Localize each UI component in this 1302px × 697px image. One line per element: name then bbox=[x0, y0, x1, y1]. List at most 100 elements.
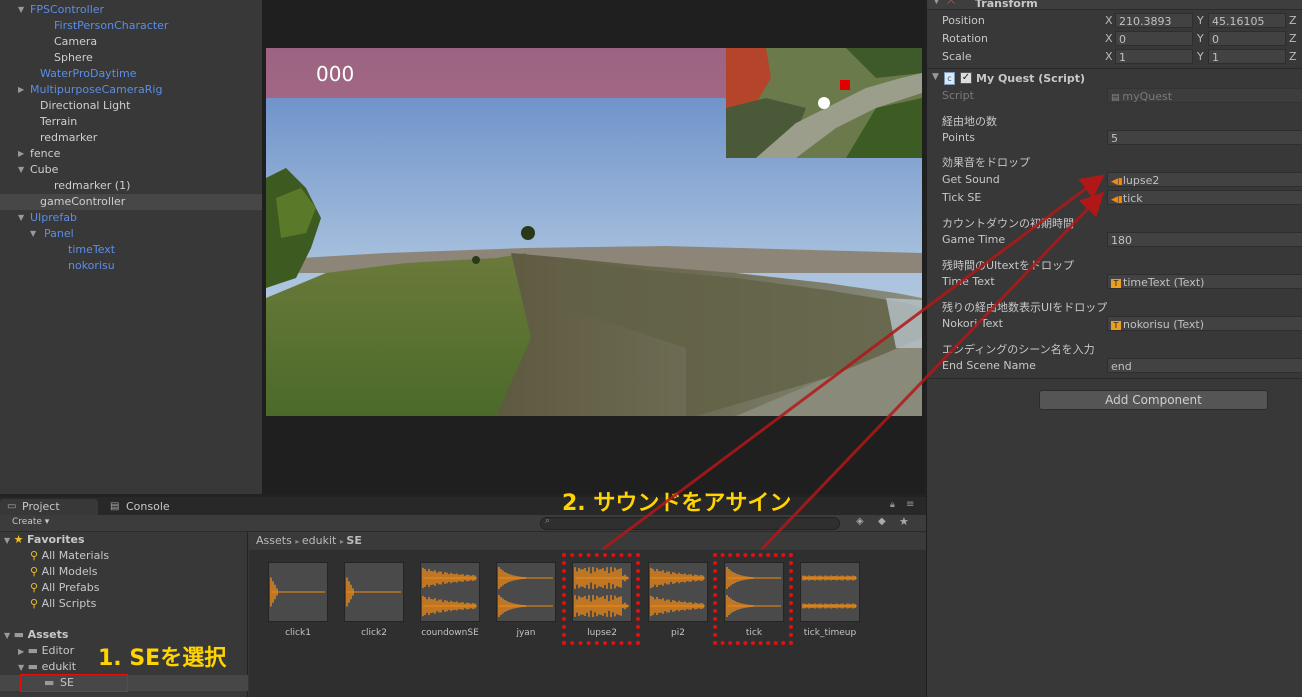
audio-asset-click2[interactable]: click2 bbox=[343, 562, 405, 638]
audio-asset-name: click2 bbox=[361, 628, 387, 638]
hierarchy-item[interactable]: ▼ Cube bbox=[0, 162, 262, 178]
foldout-arrow-icon[interactable]: ▼ bbox=[933, 0, 940, 6]
foldout-arrow-icon[interactable]: ▼ bbox=[932, 72, 939, 82]
favorites-item-label: All Models bbox=[41, 565, 98, 578]
favorite-star-icon[interactable]: ★ bbox=[899, 515, 909, 528]
position-y-field[interactable]: 45.16105 bbox=[1208, 13, 1286, 28]
project-folder-tree: ▼ ★ Favorites ⚲ All Materials ⚲ All Model… bbox=[0, 532, 248, 697]
expanded-arrow-icon[interactable]: ▼ bbox=[18, 162, 24, 178]
hierarchy-item-label: FPSController bbox=[30, 3, 105, 16]
create-dropdown[interactable]: Create ▾ bbox=[12, 517, 49, 527]
hierarchy-item[interactable]: redmarker bbox=[0, 130, 262, 146]
lupse2-highlight bbox=[562, 553, 640, 645]
audio-asset-pi2[interactable]: pi2 bbox=[647, 562, 709, 638]
enabled-checkbox[interactable]: ✓ bbox=[960, 72, 972, 84]
folder-icon: ▬ bbox=[27, 660, 39, 673]
script-component-header[interactable]: ▼ c ✓ My Quest (Script) bbox=[927, 68, 1302, 88]
foldout-arrow-icon[interactable]: ▼ bbox=[4, 631, 10, 640]
rotation-y-field[interactable]: 0 bbox=[1208, 31, 1286, 46]
search-filter-icon: ⚲ bbox=[30, 597, 42, 610]
end-scene-label: End Scene Name bbox=[942, 359, 1036, 372]
hierarchy-item[interactable]: Directional Light bbox=[0, 98, 262, 114]
hierarchy-item[interactable]: Terrain bbox=[0, 114, 262, 130]
add-component-button[interactable]: Add Component bbox=[1039, 390, 1268, 410]
favorites-item[interactable]: ⚲ All Materials bbox=[30, 548, 109, 564]
foldout-arrow-icon[interactable]: ▼ bbox=[4, 536, 10, 545]
hierarchy-item[interactable]: Sphere bbox=[0, 50, 262, 66]
favorites-item[interactable]: ⚲ All Prefabs bbox=[30, 580, 100, 596]
component-title: My Quest (Script) bbox=[976, 72, 1086, 85]
filter-label-icon[interactable]: ◆ bbox=[878, 516, 886, 527]
tab-project[interactable]: ▭ Project bbox=[0, 499, 98, 515]
audio-asset-click1[interactable]: click1 bbox=[267, 562, 329, 638]
time-text-label: Time Text bbox=[942, 275, 995, 288]
hierarchy-item[interactable]: nokorisu bbox=[0, 258, 262, 274]
tick-se-label: Tick SE bbox=[942, 191, 982, 204]
expanded-arrow-icon[interactable]: ▼ bbox=[18, 210, 24, 226]
expanded-arrow-icon[interactable]: ▼ bbox=[18, 2, 24, 18]
hierarchy-item[interactable]: ▼ FPSController bbox=[0, 2, 262, 18]
favorites-row[interactable]: ▼ ★ Favorites bbox=[4, 532, 85, 548]
expanded-arrow-icon[interactable]: ▼ bbox=[30, 226, 36, 242]
audio-waveform-thumbnail bbox=[800, 562, 860, 622]
divider bbox=[927, 378, 1302, 379]
hierarchy-item[interactable]: redmarker (1) bbox=[0, 178, 262, 194]
end-scene-field[interactable]: end bbox=[1107, 358, 1302, 373]
axis-z-label: Z bbox=[1289, 14, 1297, 27]
foldout-arrow-icon[interactable]: ▼ bbox=[18, 663, 24, 672]
tab-console[interactable]: ▤ Console bbox=[104, 499, 194, 515]
collapsed-arrow-icon[interactable]: ▶ bbox=[18, 146, 24, 162]
hierarchy-item[interactable]: ▼ Panel bbox=[0, 226, 262, 242]
tick-se-field[interactable]: ◀▮tick bbox=[1107, 190, 1302, 205]
filter-type-icon[interactable]: ◈ bbox=[856, 516, 864, 527]
annotation-step1: 1. SEを選択 bbox=[98, 646, 227, 671]
points-field[interactable]: 5 bbox=[1107, 130, 1302, 145]
hierarchy-item[interactable]: WaterProDaytime bbox=[0, 66, 262, 82]
hierarchy-item[interactable]: FirstPersonCharacter bbox=[0, 18, 262, 34]
time-text-field[interactable]: TtimeText (Text) bbox=[1107, 274, 1302, 289]
hierarchy-item[interactable]: ▶ MultipurposeCameraRig bbox=[0, 82, 262, 98]
hierarchy-item[interactable]: gameController bbox=[0, 194, 262, 210]
favorites-item[interactable]: ⚲ All Scripts bbox=[30, 596, 96, 612]
text-component-icon: T bbox=[1111, 279, 1121, 288]
assets-row[interactable]: ▼ ▬ Assets bbox=[4, 627, 68, 643]
nokori-header: 残りの経由地数表示UIをドロップ bbox=[942, 301, 1108, 314]
collapsed-arrow-icon[interactable]: ▶ bbox=[18, 82, 24, 98]
breadcrumb-se[interactable]: SE bbox=[346, 534, 361, 547]
hierarchy-item-label: Sphere bbox=[54, 51, 93, 64]
position-x-field[interactable]: 210.3893 bbox=[1115, 13, 1193, 28]
breadcrumb-assets[interactable]: Assets bbox=[256, 534, 292, 547]
game-time-field[interactable]: 180 bbox=[1107, 232, 1302, 247]
audio-asset-coundownSE[interactable]: coundownSE bbox=[419, 562, 481, 638]
search-input[interactable]: ⌕ bbox=[540, 516, 840, 530]
nokori-field[interactable]: Tnokorisu (Text) bbox=[1107, 316, 1302, 331]
rotation-x-field[interactable]: 0 bbox=[1115, 31, 1193, 46]
foldout-arrow-icon[interactable]: ▶ bbox=[18, 647, 24, 656]
folder-edukit[interactable]: ▼ ▬ edukit bbox=[18, 659, 76, 675]
hierarchy-item[interactable]: Camera bbox=[0, 34, 262, 50]
breadcrumb-edukit[interactable]: edukit bbox=[302, 534, 336, 547]
hierarchy-item[interactable]: ▶ fence bbox=[0, 146, 262, 162]
scale-x-field[interactable]: 1 bbox=[1115, 49, 1193, 64]
countdown-header: カウントダウンの初期時間 bbox=[942, 217, 1074, 230]
transform-header[interactable]: ▼ ⤧ Transform bbox=[927, 0, 1302, 10]
hierarchy-item-label: timeText bbox=[68, 243, 116, 256]
game-view[interactable]: 000 bbox=[266, 48, 922, 416]
panel-menu-icon[interactable]: ≡ bbox=[906, 499, 914, 510]
search-icon: ⌕ bbox=[545, 516, 551, 526]
hierarchy-item[interactable]: ▼ UIprefab bbox=[0, 210, 262, 226]
audio-clip-icon: ◀▮ bbox=[1111, 177, 1123, 187]
lock-icon[interactable]: 🔒︎ bbox=[890, 500, 895, 510]
get-sound-field[interactable]: ◀▮lupse2 bbox=[1107, 172, 1302, 187]
se-highlight-box bbox=[20, 674, 128, 692]
axis-z-label: Z bbox=[1289, 32, 1297, 45]
hierarchy-item[interactable]: timeText bbox=[0, 242, 262, 258]
hierarchy-item-label: nokorisu bbox=[68, 259, 115, 272]
folder-editor[interactable]: ▶ ▬ Editor bbox=[18, 643, 74, 659]
audio-asset-tick_timeup[interactable]: tick_timeup bbox=[799, 562, 861, 638]
player-marker bbox=[818, 97, 830, 109]
favorites-item[interactable]: ⚲ All Models bbox=[30, 564, 97, 580]
scale-y-field[interactable]: 1 bbox=[1208, 49, 1286, 64]
favorites-item-label: All Materials bbox=[41, 549, 110, 562]
audio-asset-jyan[interactable]: jyan bbox=[495, 562, 557, 638]
